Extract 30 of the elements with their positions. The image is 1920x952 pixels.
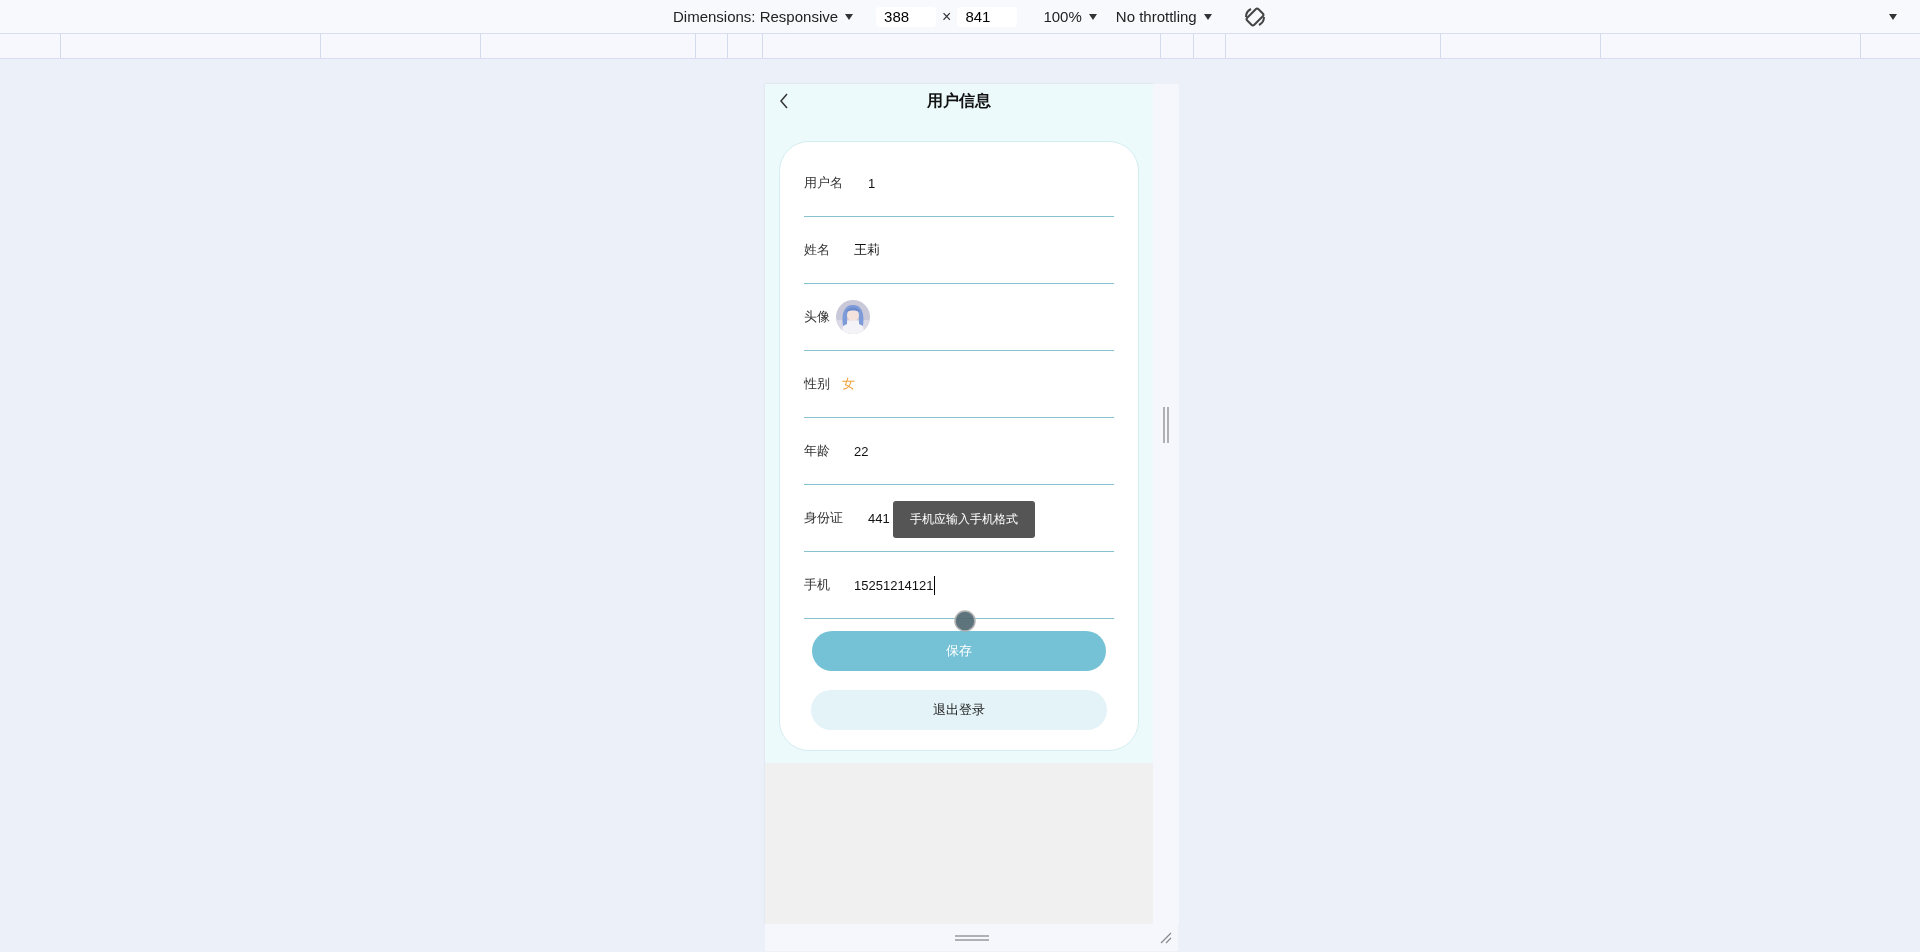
field-value[interactable]: 15251214121 — [854, 575, 935, 595]
field-label: 用户名 — [804, 174, 844, 192]
caret-icon — [1202, 12, 1213, 21]
field-value[interactable]: 441 — [868, 508, 890, 528]
logout-button[interactable]: 退出登录 — [811, 690, 1107, 730]
resize-handle[interactable] — [1163, 406, 1169, 443]
resize-handle[interactable] — [954, 933, 989, 942]
caret-icon — [844, 12, 855, 21]
field-value[interactable]: 22 — [854, 441, 869, 461]
height-input[interactable]: 841 — [957, 6, 1018, 27]
caret-icon — [1087, 12, 1098, 21]
corner-resize-icon[interactable] — [1160, 932, 1172, 944]
field-value[interactable]: 1 — [868, 173, 876, 193]
field-label: 年龄 — [804, 442, 831, 460]
touch-cursor-icon — [954, 610, 976, 632]
caret-icon[interactable] — [1888, 13, 1898, 21]
field-label: 身份证 — [804, 509, 844, 527]
field-value[interactable]: 王莉 — [854, 239, 880, 261]
zoom-dropdown[interactable]: 100% — [1043, 8, 1098, 25]
field-label: 性别 — [804, 375, 831, 393]
back-icon[interactable] — [779, 92, 789, 110]
throttling-dropdown[interactable]: No throttling — [1115, 8, 1213, 25]
error-tooltip: 手机应输入手机格式 — [893, 501, 1035, 538]
page-title: 用户信息 — [927, 91, 991, 111]
field-label: 手机 — [804, 576, 831, 594]
times-sign: × — [942, 7, 952, 26]
dimensions-dropdown[interactable]: Dimensions: Responsive — [673, 8, 855, 25]
width-input[interactable]: 388 — [876, 6, 937, 27]
field-label: 头像 — [804, 308, 831, 326]
field-label: 姓名 — [804, 241, 831, 259]
